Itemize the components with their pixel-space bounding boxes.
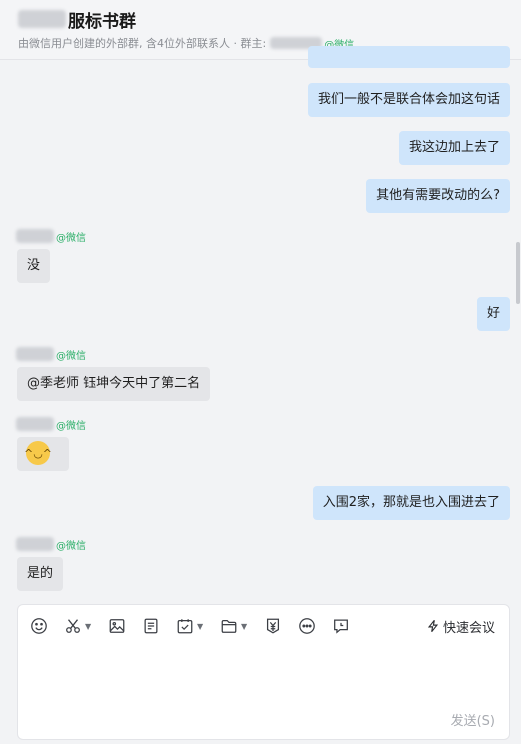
- laughing-tears-emoji-icon: ^◡^: [24, 441, 52, 465]
- folder-icon: [221, 619, 237, 633]
- message-text: 我们一般不是联合体会加这句话: [317, 92, 500, 107]
- screenshot-button[interactable]: ▼: [64, 615, 91, 637]
- message-text: 是的: [27, 566, 54, 581]
- message-text: 其他有需要改动的么?: [376, 188, 500, 203]
- yuan-icon: [266, 618, 280, 634]
- sender-wechat-tag: @微信: [56, 350, 86, 362]
- message-bubble[interactable]: 我这边加上去了: [398, 131, 510, 165]
- scrollbar-thumb[interactable]: [516, 242, 520, 304]
- message-text: 好: [486, 306, 500, 321]
- document-button[interactable]: [142, 615, 160, 637]
- chat-note-icon: [334, 619, 348, 634]
- blurred-sender-name[interactable]: [16, 537, 54, 551]
- message-bubble[interactable]: 其他有需要改动的么?: [366, 179, 510, 213]
- quick-meeting-label: 快速会议: [442, 620, 495, 636]
- emoji-icon: [31, 618, 47, 634]
- group-subtitle: 由微信用户创建的外部群, 含4位外部联系人 · 群主:: [18, 37, 267, 50]
- message-bubble[interactable]: 入围2家，那就是也入围进去了: [312, 486, 510, 520]
- sender-line: @微信: [16, 416, 86, 432]
- more-icon: [299, 618, 315, 634]
- scissors-icon: [66, 619, 80, 633]
- scrollbar-track[interactable]: [515, 60, 521, 600]
- message-bubble[interactable]: 我们一般不是联合体会加这句话: [307, 83, 510, 117]
- chevron-down-icon[interactable]: ▼: [85, 622, 91, 631]
- message-text: 入围2家，那就是也入围进去了: [322, 495, 500, 510]
- sender-line: @微信: [16, 536, 86, 552]
- message-composer[interactable]: ▼ ▼ ▼ 快速会议 发送(S): [17, 604, 510, 740]
- image-button[interactable]: [108, 615, 126, 637]
- partial-message-bubble: [308, 46, 510, 68]
- message-bubble[interactable]: 没: [17, 249, 51, 283]
- calendar-check-icon: [177, 619, 193, 634]
- message-bubble[interactable]: 好: [476, 297, 510, 331]
- group-title[interactable]: 服标书群: [68, 7, 136, 32]
- red-packet-button[interactable]: [264, 615, 282, 637]
- send-button[interactable]: 发送(S): [451, 710, 495, 729]
- message-text: 没: [27, 258, 41, 273]
- message-bubble[interactable]: @季老师 钰坤今天中了第二名: [17, 367, 211, 401]
- blurred-group-name-prefix: [18, 10, 66, 28]
- sender-wechat-tag: @微信: [56, 420, 86, 432]
- schedule-button[interactable]: ▼: [176, 615, 203, 637]
- blurred-sender-name[interactable]: [16, 417, 54, 431]
- message-text: 我这边加上去了: [408, 140, 500, 155]
- document-icon: [144, 618, 158, 634]
- chevron-down-icon[interactable]: ▼: [197, 622, 203, 631]
- chevron-down-icon[interactable]: ▼: [241, 622, 247, 631]
- emoji-button[interactable]: [30, 615, 48, 637]
- sender-wechat-tag: @微信: [56, 232, 86, 244]
- message-text: @季老师 钰坤今天中了第二名: [27, 376, 201, 391]
- message-bubble[interactable]: 是的: [17, 557, 64, 591]
- quick-meeting-button[interactable]: 快速会议: [426, 615, 495, 637]
- sender-line: @微信: [16, 228, 86, 244]
- blurred-sender-name[interactable]: [16, 347, 54, 361]
- sender-wechat-tag: @微信: [56, 540, 86, 552]
- image-icon: [109, 619, 125, 633]
- file-button[interactable]: ▼: [220, 615, 247, 637]
- lightning-icon: [427, 619, 439, 633]
- blurred-sender-name[interactable]: [16, 229, 54, 243]
- sender-line: @微信: [16, 346, 86, 362]
- chat-record-button[interactable]: [332, 615, 350, 637]
- more-button[interactable]: [298, 615, 316, 637]
